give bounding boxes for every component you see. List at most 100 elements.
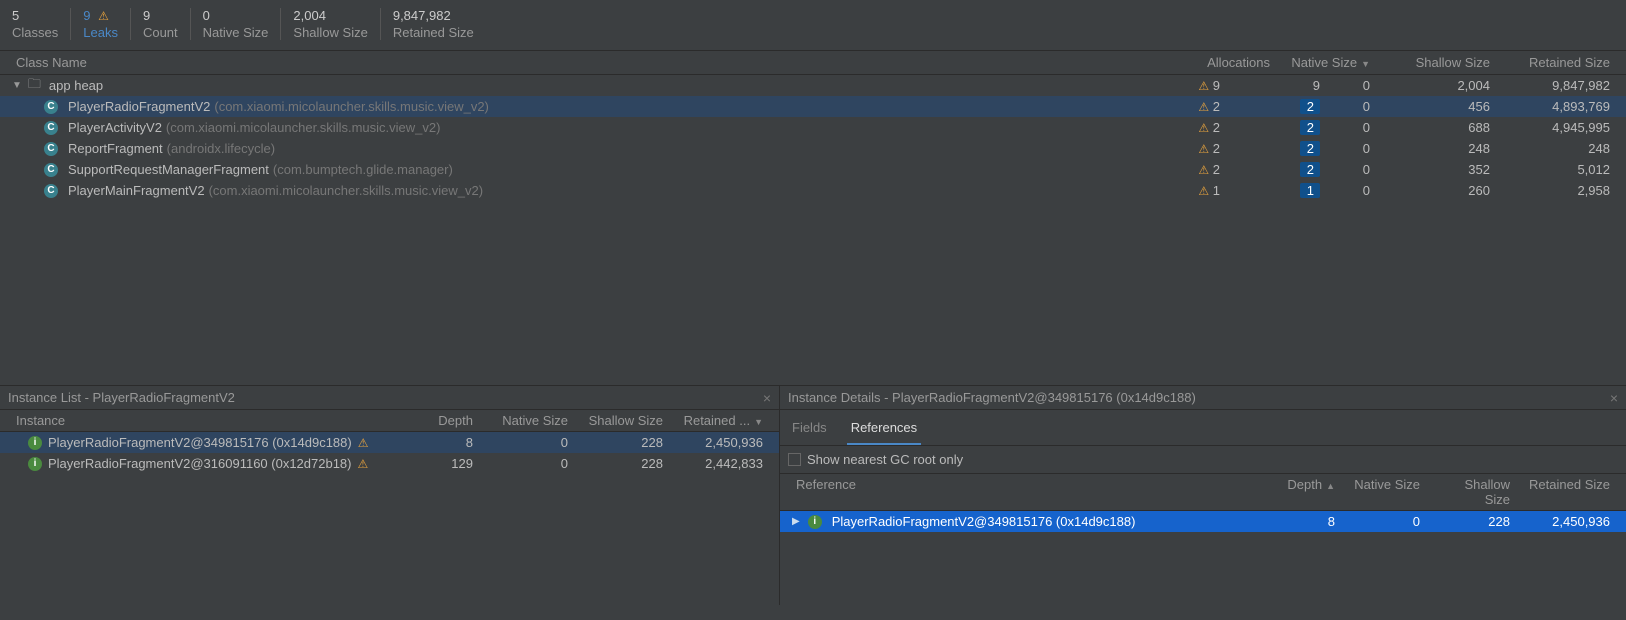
cell-native: 0	[1343, 514, 1428, 529]
cell-shallow: 688	[1378, 120, 1498, 135]
header-retained[interactable]: Retained ...▼	[671, 413, 771, 428]
close-icon[interactable]: ×	[1610, 390, 1618, 406]
stat-retained-size[interactable]: 9,847,982 Retained Size	[380, 8, 486, 40]
header-shallow[interactable]: Shallow Size	[576, 413, 671, 428]
class-table-header: Class Name Allocations Native Size▼ Shal…	[0, 51, 1626, 75]
stat-label: Retained Size	[393, 25, 474, 40]
cell-alloc-pill: 2	[1228, 120, 1328, 135]
header-native[interactable]: Native Size	[481, 413, 576, 428]
header-instance[interactable]: Instance	[8, 413, 426, 428]
warning-icon: ⚠	[1198, 79, 1209, 93]
details-tabs: Fields References	[780, 410, 1626, 446]
stat-leaks[interactable]: 9 ⚠ Leaks	[70, 8, 130, 40]
cell-native: 0	[1328, 120, 1378, 135]
stat-count[interactable]: 9 Count	[130, 8, 190, 40]
warning-icon: ⚠	[1198, 142, 1209, 156]
cell-alloc-pill: 1	[1228, 183, 1328, 198]
cell-shallow: 2,004	[1378, 78, 1498, 93]
header-native[interactable]: Native Size	[1343, 477, 1428, 507]
reference-rows: ▶ i PlayerRadioFragmentV2@349815176 (0x1…	[780, 511, 1626, 532]
class-icon: C	[44, 163, 58, 177]
header-class-name[interactable]: Class Name	[8, 52, 1183, 73]
instance-row[interactable]: i PlayerRadioFragmentV2@316091160 (0x12d…	[0, 453, 779, 474]
class-row[interactable]: C SupportRequestManagerFragment (com.bum…	[0, 159, 1626, 180]
class-row[interactable]: C PlayerMainFragmentV2 (com.xiaomi.micol…	[0, 180, 1626, 201]
folder-icon: 🗀	[28, 75, 41, 97]
stat-value: 9 ⚠	[83, 8, 118, 23]
instance-name: i PlayerRadioFragmentV2@316091160 (0x12d…	[8, 456, 426, 471]
gc-root-option[interactable]: Show nearest GC root only	[780, 446, 1626, 474]
cell-allocations: ⚠ 2	[1133, 99, 1228, 114]
reference-row[interactable]: ▶ i PlayerRadioFragmentV2@349815176 (0x1…	[780, 511, 1626, 532]
gc-checkbox[interactable]	[788, 453, 801, 466]
cell-shallow: 260	[1378, 183, 1498, 198]
sort-desc-icon: ▼	[1361, 59, 1370, 69]
cell-retained: 2,442,833	[671, 456, 771, 471]
header-reference[interactable]: Reference	[788, 477, 1273, 507]
class-row[interactable]: C ReportFragment (androidx.lifecycle) ⚠ …	[0, 138, 1626, 159]
warning-icon: ⚠	[358, 436, 369, 450]
reference-name: ▶ i PlayerRadioFragmentV2@349815176 (0x1…	[788, 514, 1273, 529]
instance-list-panel: Instance List - PlayerRadioFragmentV2 × …	[0, 386, 780, 605]
stat-value: 9,847,982	[393, 8, 474, 23]
header-shallow-size[interactable]: Shallow Size	[1378, 52, 1498, 73]
gc-checkbox-label: Show nearest GC root only	[807, 452, 963, 467]
header-retained-size[interactable]: Retained Size	[1498, 52, 1618, 73]
stat-label: Leaks	[83, 25, 118, 40]
stat-value: 2,004	[293, 8, 367, 23]
stat-native-size[interactable]: 0 Native Size	[190, 8, 281, 40]
cell-allocations: ⚠ 9	[1133, 78, 1228, 93]
class-name-cell: C PlayerMainFragmentV2 (com.xiaomi.micol…	[8, 183, 1133, 198]
sort-desc-icon: ▼	[754, 417, 763, 427]
expand-collapse-icon[interactable]: ▼	[12, 80, 22, 91]
instance-row[interactable]: i PlayerRadioFragmentV2@349815176 (0x14d…	[0, 432, 779, 453]
warning-icon: ⚠	[358, 457, 369, 471]
close-icon[interactable]: ×	[763, 390, 771, 406]
cell-alloc-pill: 2	[1228, 162, 1328, 177]
class-icon: C	[44, 100, 58, 114]
header-depth[interactable]: Depth▲	[1273, 477, 1343, 507]
bottom-panels: Instance List - PlayerRadioFragmentV2 × …	[0, 385, 1626, 605]
class-row[interactable]: C PlayerRadioFragmentV2 (com.xiaomi.mico…	[0, 96, 1626, 117]
cell-shallow: 228	[576, 456, 671, 471]
stats-bar: 5 Classes 9 ⚠ Leaks 9 Count 0 Native Siz…	[0, 0, 1626, 51]
stat-label: Count	[143, 25, 178, 40]
cell-native: 0	[481, 456, 576, 471]
cell-allocations: ⚠ 1	[1133, 183, 1228, 198]
class-icon: C	[44, 142, 58, 156]
stat-value: 0	[203, 8, 269, 23]
stat-shallow-size[interactable]: 2,004 Shallow Size	[280, 8, 379, 40]
class-name-cell: C PlayerRadioFragmentV2 (com.xiaomi.mico…	[8, 99, 1133, 114]
header-allocations[interactable]: Allocations	[1183, 52, 1278, 73]
header-shallow[interactable]: Shallow Size	[1428, 477, 1518, 507]
header-retained[interactable]: Retained Size	[1518, 477, 1618, 507]
warning-icon: ⚠	[1198, 163, 1209, 177]
cell-allocations: ⚠ 2	[1133, 141, 1228, 156]
cell-retained: 2,450,936	[671, 435, 771, 450]
class-name-cell: C ReportFragment (androidx.lifecycle)	[8, 141, 1133, 156]
warning-icon: ⚠	[1198, 100, 1209, 114]
stat-classes[interactable]: 5 Classes	[12, 8, 70, 40]
cell-native: 0	[1328, 162, 1378, 177]
cell-retained: 2,450,936	[1518, 514, 1618, 529]
cell-shallow: 228	[576, 435, 671, 450]
cell-depth: 8	[1273, 514, 1343, 529]
instance-icon: i	[28, 457, 42, 471]
cell-native: 0	[1328, 78, 1378, 93]
tree-root-row[interactable]: ▼ 🗀 app heap ⚠ 9 9 0 2,004 9,847,982	[0, 75, 1626, 96]
expand-icon[interactable]: ▶	[792, 516, 800, 527]
cell-native: 0	[481, 435, 576, 450]
cell-shallow: 352	[1378, 162, 1498, 177]
tab-references[interactable]: References	[847, 416, 921, 445]
class-icon: C	[44, 121, 58, 135]
header-depth[interactable]: Depth	[426, 413, 481, 428]
class-row[interactable]: C PlayerActivityV2 (com.xiaomi.micolaunc…	[0, 117, 1626, 138]
tab-fields[interactable]: Fields	[788, 416, 831, 445]
stat-value: 5	[12, 8, 58, 23]
cell-shallow: 456	[1378, 99, 1498, 114]
instance-details-panel: Instance Details - PlayerRadioFragmentV2…	[780, 386, 1626, 605]
header-native-size[interactable]: Native Size▼	[1278, 52, 1378, 73]
class-tree[interactable]: ▼ 🗀 app heap ⚠ 9 9 0 2,004 9,847,982 C P…	[0, 75, 1626, 385]
class-name-cell: C PlayerActivityV2 (com.xiaomi.micolaunc…	[8, 120, 1133, 135]
stat-value: 9	[143, 8, 178, 23]
